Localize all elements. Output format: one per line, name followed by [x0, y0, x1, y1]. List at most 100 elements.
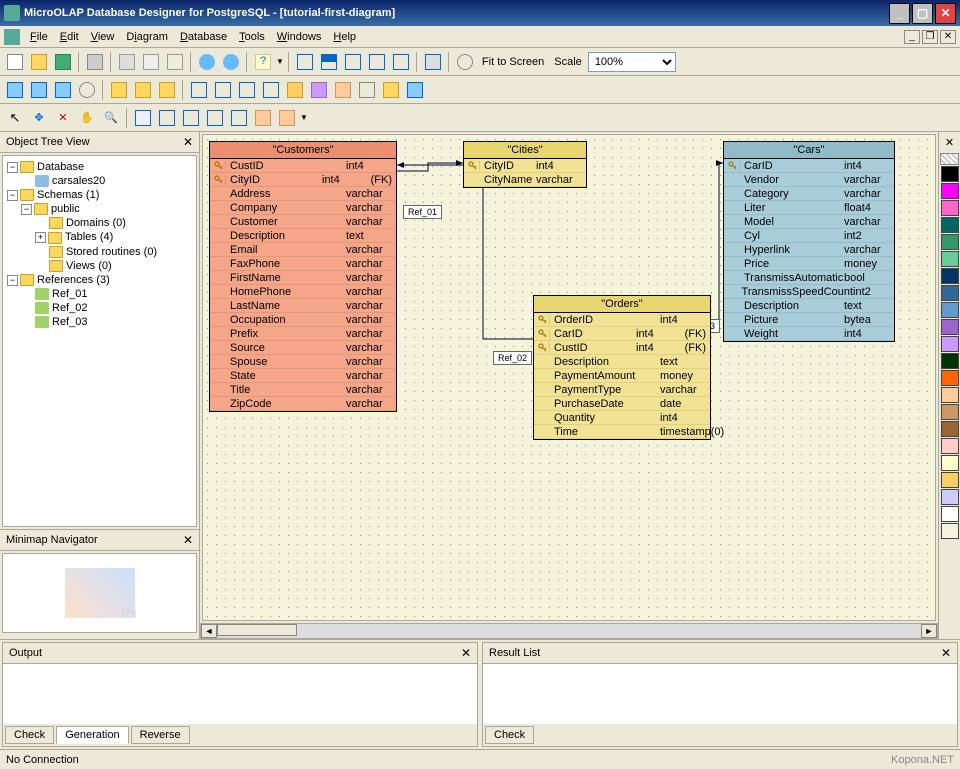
table-column-row[interactable]: FirstNamevarchar [210, 271, 396, 285]
save-button[interactable] [52, 51, 74, 73]
ref-tool[interactable] [156, 107, 178, 129]
tool-b2[interactable] [132, 79, 154, 101]
undo-button[interactable] [196, 51, 218, 73]
tree-references[interactable]: References (3) [37, 274, 110, 286]
tool-c5[interactable] [284, 79, 306, 101]
menu-view[interactable]: View [85, 29, 121, 45]
tool-d7[interactable] [276, 107, 298, 129]
color-swatch[interactable] [941, 336, 959, 352]
table-column-row[interactable]: CustIDint4 [210, 159, 396, 173]
tree-toggle[interactable]: − [21, 204, 32, 215]
tree-toggle[interactable]: − [7, 190, 18, 201]
mdi-minimize[interactable]: _ [904, 30, 920, 44]
maximize-button[interactable]: ▢ [912, 3, 933, 24]
pointer-tool[interactable]: ↖ [4, 107, 26, 129]
no-color-swatch[interactable] [940, 153, 959, 165]
table-column-row[interactable]: Occupationvarchar [210, 313, 396, 327]
menu-diagram[interactable]: Diagram [120, 29, 174, 45]
table-column-row[interactable]: CityNamevarchar [464, 173, 586, 187]
table-cities[interactable]: "Cities" CityIDint4CityNamevarchar [463, 141, 587, 188]
view5-button[interactable] [390, 51, 412, 73]
table-column-row[interactable]: Spousevarchar [210, 355, 396, 369]
tool-a1[interactable] [4, 79, 26, 101]
menu-help[interactable]: Help [327, 29, 362, 45]
tool-c6[interactable] [308, 79, 330, 101]
menu-windows[interactable]: Windows [271, 29, 328, 45]
minimap[interactable]: mi [2, 553, 197, 633]
tree-views[interactable]: Views (0) [66, 260, 112, 272]
table-tool[interactable] [132, 107, 154, 129]
color-swatch[interactable] [941, 489, 959, 505]
table-column-row[interactable]: Companyvarchar [210, 201, 396, 215]
output-close[interactable]: ✕ [461, 646, 471, 660]
table-column-row[interactable]: Weightint4 [724, 327, 894, 341]
result-close[interactable]: ✕ [941, 646, 951, 660]
redo-button[interactable] [220, 51, 242, 73]
tool-c3[interactable] [236, 79, 258, 101]
table-column-row[interactable]: Timetimestamp(0) [534, 425, 710, 439]
table-column-row[interactable]: FaxPhonevarchar [210, 257, 396, 271]
color-swatch[interactable] [941, 387, 959, 403]
hand-tool[interactable]: ✋ [76, 107, 98, 129]
ref-label-1[interactable]: Ref_01 [403, 205, 442, 219]
table-customers[interactable]: "Customers" CustIDint4CityIDint4(FK)Addr… [209, 141, 397, 412]
tool-c4[interactable] [260, 79, 282, 101]
color-swatch[interactable] [941, 285, 959, 301]
color-swatch[interactable] [941, 183, 959, 199]
table-column-row[interactable]: HomePhonevarchar [210, 285, 396, 299]
tool-a3[interactable] [52, 79, 74, 101]
color-swatch[interactable] [941, 268, 959, 284]
mdi-restore[interactable]: ❐ [922, 30, 938, 44]
move-tool[interactable]: ✥ [28, 107, 50, 129]
tool-a2[interactable] [28, 79, 50, 101]
table-cars[interactable]: "Cars" CarIDint4VendorvarcharCategoryvar… [723, 141, 895, 342]
table-column-row[interactable]: CustIDint4(FK) [534, 341, 710, 355]
tool-b3[interactable] [156, 79, 178, 101]
tool-c7[interactable] [332, 79, 354, 101]
menu-edit[interactable]: Edit [54, 29, 85, 45]
table-column-row[interactable]: Picturebytea [724, 313, 894, 327]
view4-button[interactable] [366, 51, 388, 73]
color-swatch[interactable] [941, 217, 959, 233]
table-column-row[interactable]: PaymentAmountmoney [534, 369, 710, 383]
tree-ref3[interactable]: Ref_03 [52, 316, 87, 328]
copy-button[interactable] [116, 51, 138, 73]
mdi-close[interactable]: ✕ [940, 30, 956, 44]
tab-reverse[interactable]: Reverse [131, 726, 190, 744]
tree-database[interactable]: Database [37, 161, 84, 173]
color-swatch[interactable] [941, 506, 959, 522]
tree-ref1[interactable]: Ref_01 [52, 288, 87, 300]
tab-check[interactable]: Check [5, 726, 54, 744]
table-column-row[interactable]: Pricemoney [724, 257, 894, 271]
menu-file[interactable]: File [24, 29, 54, 45]
table-column-row[interactable]: Literfloat4 [724, 201, 894, 215]
table-column-row[interactable]: TransmissSpeedCountint2 [724, 285, 894, 299]
menu-database[interactable]: Database [174, 29, 233, 45]
horizontal-scrollbar[interactable]: ◄ ► [200, 623, 938, 639]
tree-public[interactable]: public [51, 203, 80, 215]
scroll-right-button[interactable]: ► [921, 624, 937, 638]
color-swatch[interactable] [941, 404, 959, 420]
table-orders[interactable]: "Orders" OrderIDint4CarIDint4(FK)CustIDi… [533, 295, 711, 440]
color-swatch[interactable] [941, 421, 959, 437]
tool-d4[interactable] [204, 107, 226, 129]
zoom-button[interactable] [454, 51, 476, 73]
view3-button[interactable] [342, 51, 364, 73]
tool-c8[interactable] [356, 79, 378, 101]
menu-tools[interactable]: Tools [233, 29, 271, 45]
table-column-row[interactable]: Cylint2 [724, 229, 894, 243]
color-swatch[interactable] [941, 523, 959, 539]
table-column-row[interactable]: Customervarchar [210, 215, 396, 229]
grid-button[interactable] [422, 51, 444, 73]
scroll-left-button[interactable]: ◄ [201, 624, 217, 638]
tab-result-check[interactable]: Check [485, 726, 534, 744]
tree-toggle[interactable]: + [35, 232, 46, 243]
color-swatch[interactable] [941, 251, 959, 267]
tool-c9[interactable] [380, 79, 402, 101]
color-swatch[interactable] [941, 455, 959, 471]
scroll-thumb[interactable] [217, 624, 297, 636]
table-column-row[interactable]: CarIDint4 [724, 159, 894, 173]
table-column-row[interactable]: Hyperlinkvarchar [724, 243, 894, 257]
color-swatch[interactable] [941, 353, 959, 369]
tree-stored[interactable]: Stored routines (0) [66, 246, 157, 258]
